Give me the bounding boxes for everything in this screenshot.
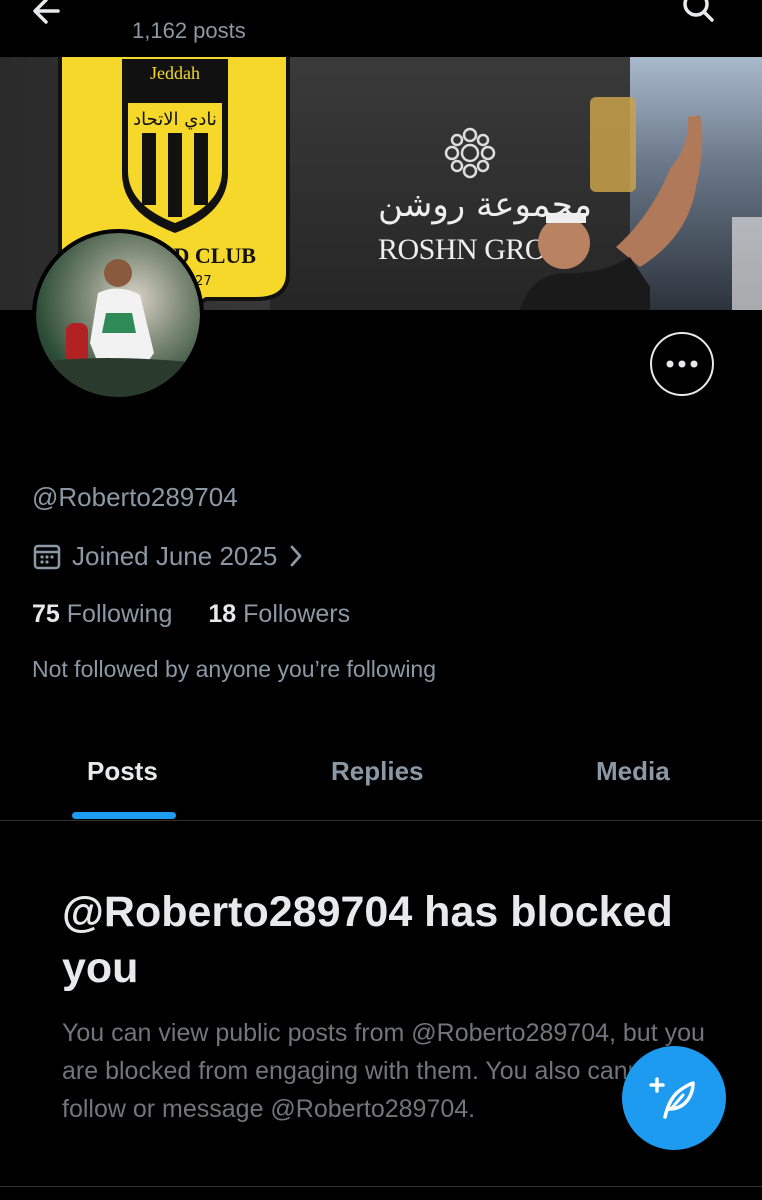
chevron-right-icon bbox=[290, 545, 302, 567]
profile-handle: @Roberto289704 bbox=[32, 482, 238, 512]
active-tab-indicator bbox=[72, 812, 176, 819]
tabs-divider bbox=[0, 820, 762, 821]
back-button[interactable] bbox=[28, 0, 68, 28]
post-count: 1,162 posts bbox=[132, 18, 246, 43]
more-options-button[interactable] bbox=[650, 332, 714, 396]
svg-text:Jeddah: Jeddah bbox=[150, 63, 200, 83]
compose-feather-icon bbox=[649, 1077, 695, 1119]
blocked-title: @Roberto289704 has blocked you bbox=[62, 888, 673, 992]
roshn-emblem-icon bbox=[444, 127, 496, 179]
joined-date-row[interactable]: Joined June 2025 bbox=[32, 540, 305, 572]
arrow-left-icon bbox=[33, 0, 60, 24]
search-button[interactable] bbox=[678, 0, 718, 28]
more-horizontal-icon bbox=[666, 360, 698, 368]
compose-post-button[interactable] bbox=[622, 1046, 726, 1150]
avatar[interactable] bbox=[32, 229, 204, 401]
avatar-photo bbox=[36, 233, 200, 397]
search-icon bbox=[683, 0, 714, 22]
follow-stats: 75 Following 18 Followers bbox=[32, 600, 350, 629]
followers-label: Followers bbox=[243, 600, 351, 628]
blocked-description: You can view public posts from @Roberto2… bbox=[62, 1019, 705, 1123]
profile-tabs: Posts Replies Media bbox=[0, 740, 762, 820]
following-count: 75 bbox=[32, 600, 60, 628]
tab-media[interactable]: Media bbox=[596, 756, 670, 787]
tab-posts[interactable]: Posts bbox=[87, 756, 158, 787]
followers-link[interactable]: 18 Followers bbox=[208, 600, 350, 629]
mutual-followers-note: Not followed by anyone you’re following bbox=[32, 656, 437, 682]
following-link[interactable]: 75 Following bbox=[32, 600, 172, 629]
followers-count: 18 bbox=[208, 600, 237, 628]
following-label: Following bbox=[66, 600, 173, 628]
svg-text:نادي الاتحاد: نادي الاتحاد bbox=[133, 109, 217, 130]
calendar-icon bbox=[33, 544, 61, 570]
joined-date-text: Joined June 2025 bbox=[72, 540, 278, 571]
bottom-divider bbox=[0, 1186, 762, 1187]
player-photo bbox=[520, 97, 762, 310]
tab-replies[interactable]: Replies bbox=[331, 756, 424, 787]
